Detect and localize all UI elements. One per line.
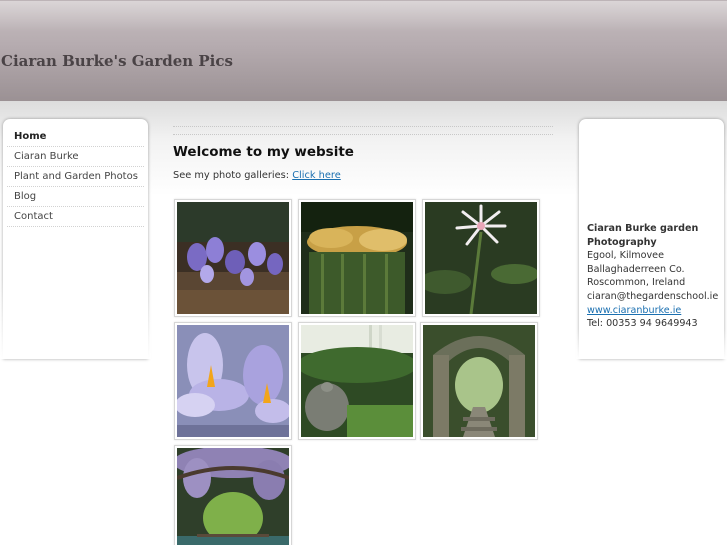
crocus-woodland-photo[interactable] bbox=[174, 199, 292, 317]
golden-grass-image bbox=[301, 202, 413, 314]
header-shine bbox=[0, 1, 727, 31]
nav-item-ciaran-burke[interactable]: Ciaran Burke bbox=[7, 147, 144, 167]
page-heading: Welcome to my website bbox=[173, 144, 354, 160]
crocus-woodland-image bbox=[177, 202, 289, 314]
business-name: Ciaran Burke garden Photography bbox=[587, 223, 699, 248]
golden-grass-photo[interactable] bbox=[298, 199, 416, 317]
stone-lantern-garden-image bbox=[301, 325, 413, 437]
nav-item-plant-and-garden-photos[interactable]: Plant and Garden Photos bbox=[7, 167, 144, 187]
email-address: ciaran@thegardenschool.ie bbox=[587, 290, 719, 302]
address-line-2: Ballaghaderreen Co. bbox=[587, 263, 685, 275]
rose-arch-path-photo[interactable] bbox=[420, 322, 538, 440]
nav-item-home[interactable]: Home bbox=[7, 127, 144, 147]
right-sidebar: Ciaran Burke garden Photography Egool, K… bbox=[576, 119, 727, 359]
nav-item-contact[interactable]: Contact bbox=[7, 207, 144, 227]
nav-item-blog[interactable]: Blog bbox=[7, 187, 144, 207]
site-title: Ciaran Burke's Garden Pics bbox=[1, 52, 233, 70]
white-flower-image bbox=[425, 202, 537, 314]
galleries-line: See my photo galleries: Click here bbox=[173, 170, 341, 181]
wisteria-pond-image bbox=[177, 448, 289, 545]
crocus-closeup-image bbox=[177, 325, 289, 437]
rose-arch-path-image bbox=[423, 325, 535, 437]
left-sidebar: Home Ciaran Burke Plant and Garden Photo… bbox=[0, 119, 151, 359]
stone-lantern-garden-photo[interactable] bbox=[298, 322, 416, 440]
website-link[interactable]: www.ciaranburke.ie bbox=[587, 305, 681, 316]
crocus-closeup-photo[interactable] bbox=[174, 322, 292, 440]
address-line-3: Roscommon, Ireland bbox=[587, 277, 686, 289]
phone-number: Tel: 00353 94 9649943 bbox=[587, 318, 698, 330]
site-header: Ciaran Burke's Garden Pics bbox=[0, 0, 727, 101]
address-line-1: Egool, Kilmovee bbox=[587, 250, 664, 262]
divider bbox=[173, 134, 553, 135]
wisteria-pond-photo[interactable] bbox=[174, 445, 292, 545]
divider bbox=[173, 126, 553, 127]
white-flower-photo[interactable] bbox=[422, 199, 540, 317]
galleries-text: See my photo galleries: bbox=[173, 170, 293, 181]
contact-block: Ciaran Burke garden Photography Egool, K… bbox=[587, 222, 721, 331]
galleries-link[interactable]: Click here bbox=[292, 170, 341, 181]
